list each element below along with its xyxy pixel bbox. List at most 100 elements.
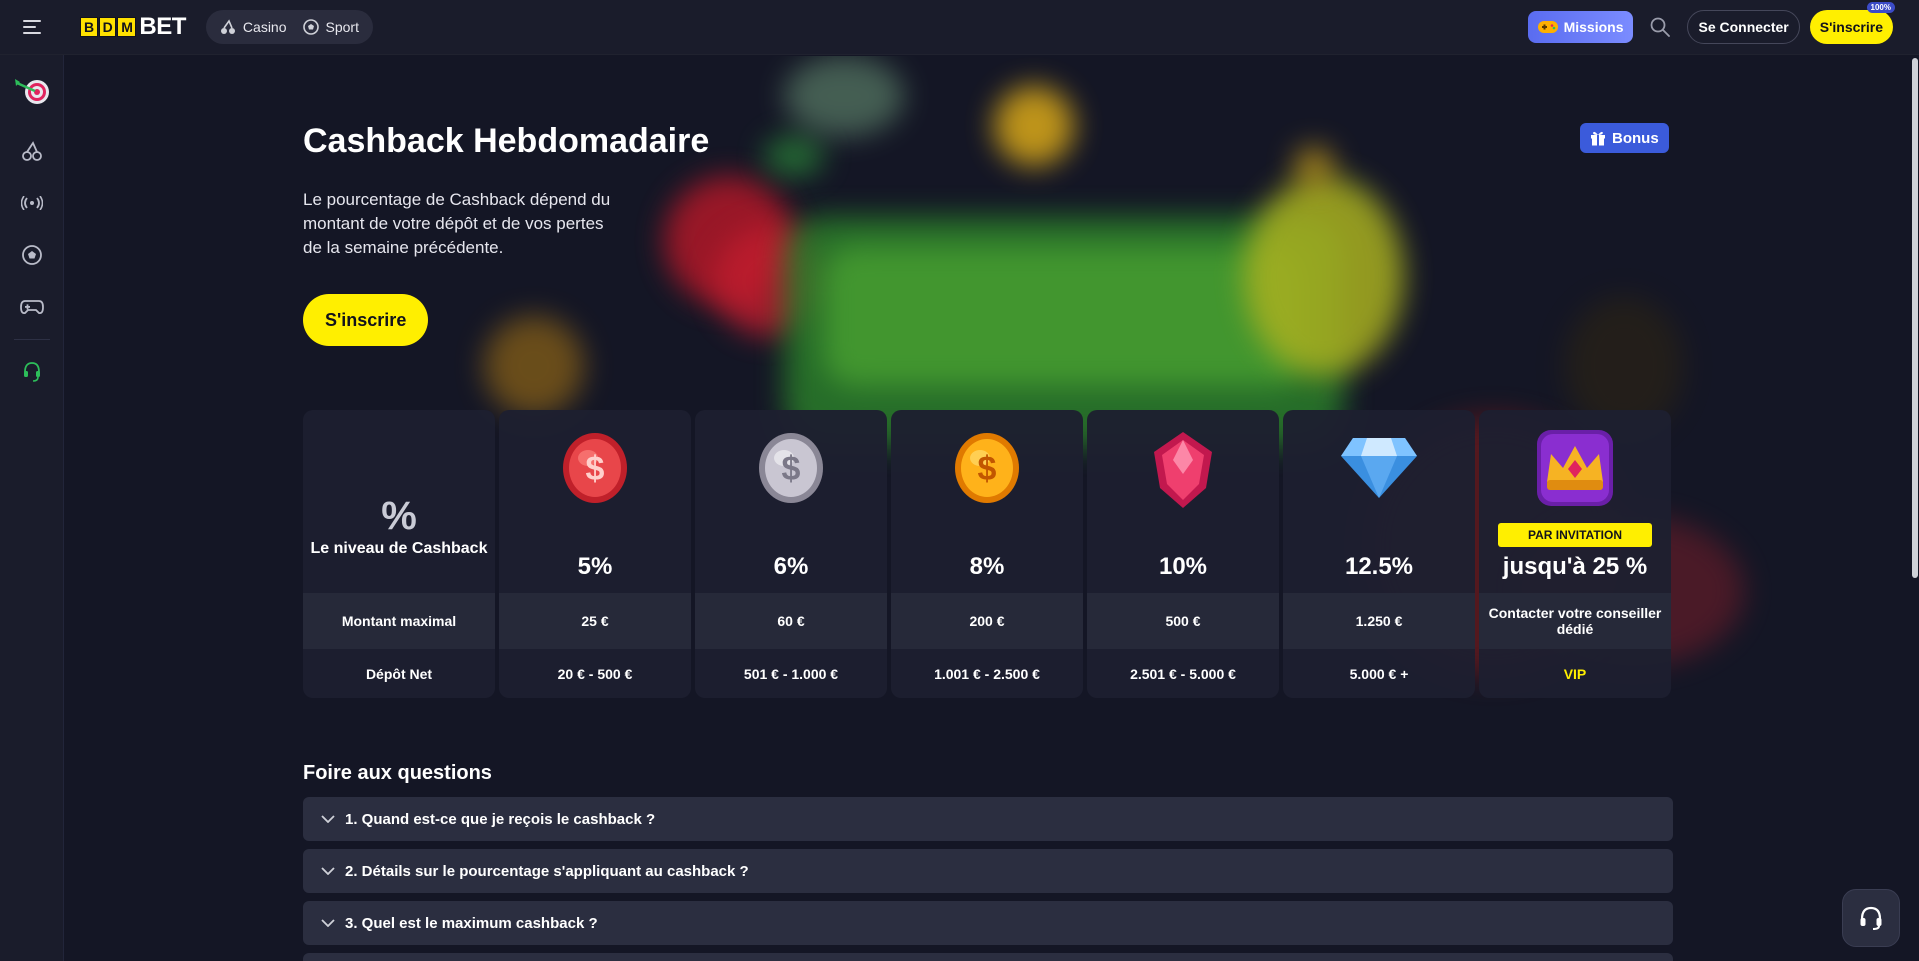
tier-max-amount: 25 € xyxy=(499,593,691,649)
tier-6-percent: $ 6% 60 € 501 € - 1.000 € xyxy=(695,410,887,698)
percent-icon: % xyxy=(381,493,417,538)
crown-icon xyxy=(1537,430,1613,506)
tier-max-amount: 1.250 € xyxy=(1283,593,1475,649)
tier-percentage: 8% xyxy=(969,553,1005,580)
cashback-level-label: Le niveau de Cashback xyxy=(310,539,488,557)
tier-deposit-range: 2.501 € - 5.000 € xyxy=(1130,665,1236,682)
logo-text: BET xyxy=(139,13,186,40)
signup-button[interactable]: S'inscrire 100% xyxy=(1809,2,1895,44)
hamburger-menu-button[interactable] xyxy=(0,0,64,55)
sidebar-item-promotions[interactable] xyxy=(0,55,64,125)
tier-5-percent: $ 5% 25 € 20 € - 500 € xyxy=(499,410,691,698)
main-nav: Casino Sport xyxy=(205,10,373,44)
tier-label-column: % Le niveau de Cashback Montant maximal … xyxy=(303,410,495,698)
soccer-ball-icon xyxy=(302,19,319,35)
svg-text:$: $ xyxy=(782,450,801,488)
tier-max-amount: 200 € xyxy=(891,593,1083,649)
signup-bonus-badge: 100% xyxy=(1866,2,1895,13)
net-deposit-label: Dépôt Net xyxy=(365,665,433,682)
sidebar-divider xyxy=(13,339,50,340)
sidebar-item-games[interactable] xyxy=(0,281,64,333)
bonus-button[interactable]: Bonus xyxy=(1580,123,1669,153)
tier-10-percent: 10% 500 € 2.501 € - 5.000 € xyxy=(1087,410,1279,698)
tier-max-amount: 60 € xyxy=(695,593,887,649)
sidebar xyxy=(0,55,64,961)
ruby-gem-icon xyxy=(1154,432,1212,508)
faq-question: 2. Détails sur le pourcentage s'appliqua… xyxy=(345,862,749,880)
main-content: Cashback Hebdomadaire Le pourcentage de … xyxy=(64,56,1919,961)
sidebar-item-sport[interactable] xyxy=(0,229,64,281)
tier-vip: PAR INVITATION jusqu'à 25 % Contacter vo… xyxy=(1479,410,1671,698)
faq-item-partial[interactable] xyxy=(303,953,1673,961)
tier-max-amount: Contacter votre conseiller dédié xyxy=(1479,593,1671,649)
darts-icon xyxy=(14,79,49,104)
search-icon xyxy=(1651,17,1671,37)
scrollbar-thumb[interactable] xyxy=(1912,58,1918,578)
chevron-down-icon xyxy=(321,815,335,823)
hero-description: Le pourcentage de Cashback dépend du mon… xyxy=(303,190,611,257)
red-coin-icon: $ xyxy=(563,433,627,503)
tier-12-5-percent: 12.5% 1.250 € 5.000 € + xyxy=(1283,410,1475,698)
hamburger-icon xyxy=(23,20,41,34)
faq-item[interactable]: 3. Quel est le maximum cashback ? xyxy=(303,901,1673,945)
cashback-tiers-table: % Le niveau de Cashback Montant maximal … xyxy=(303,410,1671,698)
faq-title: Foire aux questions xyxy=(303,762,492,784)
tier-percentage: jusqu'à 25 % xyxy=(1502,553,1648,580)
gift-icon xyxy=(1591,131,1605,146)
logo-letter-b: B xyxy=(80,17,98,37)
missions-label: Missions xyxy=(1563,19,1624,35)
faq-item[interactable]: 2. Détails sur le pourcentage s'appliqua… xyxy=(303,849,1673,893)
faq-question: 3. Quel est le maximum cashback ? xyxy=(345,914,598,932)
bdmbet-logo[interactable]: B D M BET xyxy=(80,13,186,41)
headset-icon xyxy=(1860,906,1882,930)
tier-max-amount: 500 € xyxy=(1087,593,1279,649)
page-title: Cashback Hebdomadaire xyxy=(303,122,710,160)
casino-icon xyxy=(220,19,235,34)
sidebar-item-live[interactable] xyxy=(0,177,64,229)
page-scrollbar[interactable] xyxy=(1911,56,1919,961)
tier-deposit-range: VIP xyxy=(1563,665,1587,682)
logo-letter-m: M xyxy=(117,17,137,37)
tier-deposit-range: 1.001 € - 2.500 € xyxy=(934,665,1040,682)
max-amount-label: Montant maximal xyxy=(303,593,495,649)
nav-casino[interactable]: Casino xyxy=(212,12,295,42)
faq-question: 1. Quand est-ce que je reçois le cashbac… xyxy=(345,810,656,828)
search-button[interactable] xyxy=(1643,10,1677,44)
gamepad-icon xyxy=(19,300,44,315)
nav-sport-label: Sport xyxy=(325,19,359,35)
hero-signup-button[interactable]: S'inscrire xyxy=(303,294,429,346)
chevron-down-icon xyxy=(321,867,335,875)
support-chat-button[interactable] xyxy=(1842,889,1900,947)
nav-casino-label: Casino xyxy=(242,19,287,35)
tier-deposit-range: 5.000 € + xyxy=(1349,665,1409,682)
faq-item[interactable]: 1. Quand est-ce que je reçois le cashbac… xyxy=(303,797,1673,841)
gamepad-icon xyxy=(1537,21,1558,33)
login-button[interactable]: Se Connecter xyxy=(1687,10,1800,44)
nav-sport[interactable]: Sport xyxy=(295,12,367,42)
svg-text:$: $ xyxy=(978,450,997,488)
sidebar-item-casino[interactable] xyxy=(0,125,64,177)
svg-text:$: $ xyxy=(586,450,605,488)
silver-coin-icon: $ xyxy=(759,433,823,503)
tier-percentage: 12.5% xyxy=(1344,553,1414,580)
tier-percentage: 6% xyxy=(773,553,809,580)
soccer-ball-icon xyxy=(21,245,42,265)
support-agent-icon xyxy=(23,362,40,382)
sidebar-item-support[interactable] xyxy=(0,346,64,398)
diamond-icon xyxy=(1341,438,1417,498)
tier-percentage: 5% xyxy=(577,553,613,580)
missions-button[interactable]: Missions xyxy=(1527,11,1634,43)
live-broadcast-icon xyxy=(20,196,43,210)
tier-deposit-range: 20 € - 500 € xyxy=(557,665,633,682)
tier-deposit-range: 501 € - 1.000 € xyxy=(743,665,839,682)
chevron-down-icon xyxy=(321,919,335,927)
top-bar: B D M BET Casino Sport Missions Se Conne… xyxy=(0,0,1919,55)
gold-coin-icon: $ xyxy=(955,433,1019,503)
invitation-badge: PAR INVITATION xyxy=(1498,523,1652,547)
signup-label: S'inscrire xyxy=(1819,19,1883,35)
bonus-label: Bonus xyxy=(1612,129,1659,147)
tier-8-percent: $ 8% 200 € 1.001 € - 2.500 € xyxy=(891,410,1083,698)
logo-letter-d: D xyxy=(98,17,117,37)
cherries-icon xyxy=(21,141,42,161)
tier-percentage: 10% xyxy=(1158,553,1208,580)
